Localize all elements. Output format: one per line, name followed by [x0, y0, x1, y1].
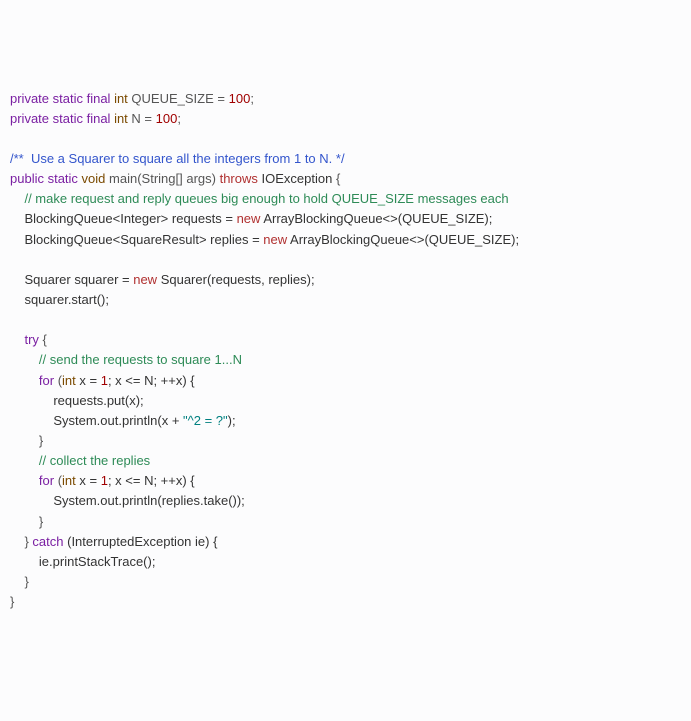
- statement: BlockingQueue<SquareResult> replies =: [24, 232, 263, 247]
- method-name: main: [109, 171, 137, 186]
- code-line: for (int x = 1; x <= N; ++x) {: [10, 373, 195, 388]
- code-line: BlockingQueue<Integer> requests = new Ar…: [10, 211, 492, 226]
- keyword-type: void: [82, 171, 106, 186]
- doc-comment: /** Use a Squarer to square all the inte…: [10, 151, 345, 166]
- code-line: }: [10, 514, 43, 529]
- keyword-new: new: [263, 232, 287, 247]
- statement: ArrayBlockingQueue<>(QUEUE_SIZE);: [287, 232, 519, 247]
- identifier: QUEUE_SIZE: [131, 91, 213, 106]
- brace: }: [10, 594, 14, 609]
- keyword-for: for: [39, 473, 54, 488]
- keyword-modifier: private static final: [10, 111, 110, 126]
- keyword-modifier: public static: [10, 171, 78, 186]
- line-comment: // make request and reply queues big eno…: [24, 191, 508, 206]
- keyword-type: int: [62, 473, 76, 488]
- paren: (: [54, 373, 62, 388]
- identifier: N: [131, 111, 140, 126]
- statement: requests.put(x);: [53, 393, 143, 408]
- statement: x =: [76, 473, 101, 488]
- class-name: IOException: [262, 171, 333, 186]
- keyword-modifier: private static final: [10, 91, 110, 106]
- keyword-for: for: [39, 373, 54, 388]
- operator: =: [214, 91, 229, 106]
- code-line: }: [10, 594, 14, 609]
- statement: System.out.println(replies.take());: [53, 493, 244, 508]
- keyword-try: try: [24, 332, 38, 347]
- params: (String[] args): [137, 171, 216, 186]
- paren: (: [54, 473, 62, 488]
- code-line: private static final int QUEUE_SIZE = 10…: [10, 91, 254, 106]
- code-line: // make request and reply queues big eno…: [10, 191, 509, 206]
- keyword-new: new: [237, 211, 261, 226]
- punct: ;: [250, 91, 254, 106]
- code-line: ie.printStackTrace();: [10, 554, 155, 569]
- code-line: System.out.println(replies.take());: [10, 493, 245, 508]
- statement: ; x <= N; ++x) {: [108, 373, 195, 388]
- number-literal: 100: [156, 111, 178, 126]
- code-line: /** Use a Squarer to square all the inte…: [10, 151, 345, 166]
- keyword-catch: catch: [32, 534, 63, 549]
- statement: );: [228, 413, 236, 428]
- code-line: System.out.println(x + "^2 = ?");: [10, 413, 236, 428]
- code-line: try {: [10, 332, 47, 347]
- brace: }: [39, 514, 43, 529]
- code-line: // collect the replies: [10, 453, 150, 468]
- statement: x =: [76, 373, 101, 388]
- line-comment: // collect the replies: [39, 453, 150, 468]
- code-line: } catch (InterruptedException ie) {: [10, 534, 217, 549]
- code-line: }: [10, 574, 29, 589]
- statement: Squarer(requests, replies);: [157, 272, 315, 287]
- brace: {: [39, 332, 47, 347]
- brace: }: [39, 433, 43, 448]
- statement: ie.printStackTrace();: [39, 554, 156, 569]
- code-line: for (int x = 1; x <= N; ++x) {: [10, 473, 195, 488]
- code-line: public static void main(String[] args) t…: [10, 171, 340, 186]
- keyword-type: int: [114, 91, 128, 106]
- brace: }: [24, 534, 32, 549]
- operator: =: [141, 111, 156, 126]
- code-line: Squarer squarer = new Squarer(requests, …: [10, 272, 315, 287]
- code-line: squarer.start();: [10, 292, 109, 307]
- number-literal: 100: [229, 91, 251, 106]
- keyword-type: int: [62, 373, 76, 388]
- statement: System.out.println(x +: [53, 413, 183, 428]
- code-line: private static final int N = 100;: [10, 111, 181, 126]
- code-line: BlockingQueue<SquareResult> replies = ne…: [10, 232, 519, 247]
- brace: }: [24, 574, 28, 589]
- code-line: // send the requests to square 1...N: [10, 352, 242, 367]
- keyword-new: new: [133, 272, 157, 287]
- statement: BlockingQueue<Integer> requests =: [24, 211, 236, 226]
- keyword-throws: throws: [220, 171, 258, 186]
- line-comment: // send the requests to square 1...N: [39, 352, 242, 367]
- punct: ;: [177, 111, 181, 126]
- code-line: }: [10, 433, 43, 448]
- code-line: requests.put(x);: [10, 393, 144, 408]
- statement: Squarer squarer =: [24, 272, 133, 287]
- statement: (InterruptedException ie) {: [64, 534, 218, 549]
- number-literal: 1: [101, 373, 108, 388]
- keyword-type: int: [114, 111, 128, 126]
- statement: ; x <= N; ++x) {: [108, 473, 195, 488]
- number-literal: 1: [101, 473, 108, 488]
- string-literal: "^2 = ?": [183, 413, 228, 428]
- statement: ArrayBlockingQueue<>(QUEUE_SIZE);: [260, 211, 492, 226]
- statement: squarer.start();: [24, 292, 109, 307]
- brace: {: [332, 171, 340, 186]
